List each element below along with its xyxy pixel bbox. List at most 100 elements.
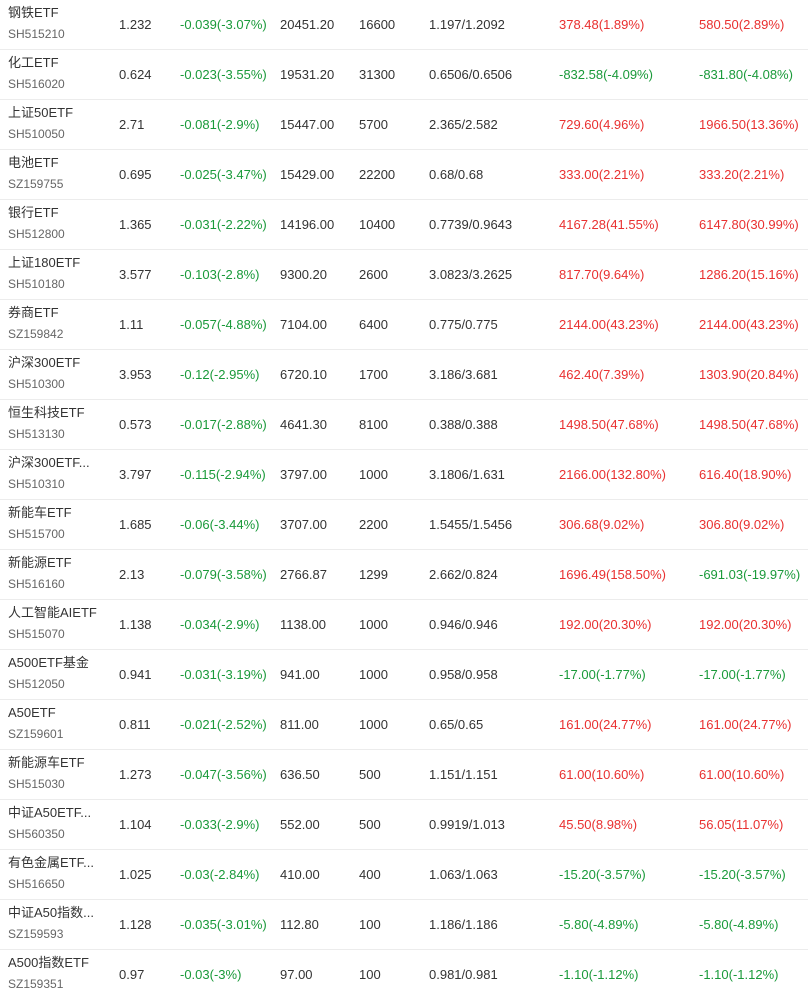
profit-loss-b: -1.10(-1.12%) [699,967,779,982]
table-row[interactable]: 化工ETF SH516020 0.624 -0.023(-3.55%) 19531.20… [0,50,808,100]
profit-loss-b: -5.80(-4.89%) [699,917,779,932]
security-name-cell[interactable]: 中证A50指数... SZ159593 [8,904,108,943]
security-name-cell[interactable]: 恒生科技ETF SH513130 [8,404,108,443]
current-price: 1.104 [119,817,152,832]
security-name-cell[interactable]: 上证180ETF SH510180 [8,254,108,293]
table-row[interactable]: 新能源车ETF SH515030 1.273 -0.047(-3.56%) 636.50… [0,750,808,800]
security-name-cell[interactable]: 中证A50ETF... SH560350 [8,804,108,843]
security-code: SH560350 [8,827,65,841]
holdings-table: 钢铁ETF SH515210 1.232 -0.039(-3.07%) 20451.20… [0,0,808,1000]
security-name: 中证A50指数... [8,905,94,920]
holding-quantity: 16600 [359,17,396,32]
table-row[interactable]: A500指数ETF SZ159351 0.97 -0.03(-3%) 97.00 100 0… [0,950,808,1000]
security-name-cell[interactable]: 上证50ETF SH510050 [8,104,108,143]
holding-quantity: 2200 [359,517,388,532]
profit-loss-a: 1498.50(47.68%) [559,417,659,432]
market-value: 4641.30 [280,417,327,432]
profit-loss-b: 56.05(11.07%) [699,817,784,832]
table-row[interactable]: 上证180ETF SH510180 3.577 -0.103(-2.8%) 9300.2… [0,250,808,300]
security-name: 新能源车ETF [8,755,85,770]
security-name-cell[interactable]: 新能源车ETF SH515030 [8,754,108,793]
security-code: SH515210 [8,27,65,41]
profit-loss-a: 729.60(4.96%) [559,117,645,132]
security-name-cell[interactable]: 沪深300ETF SH510300 [8,354,108,393]
cost-price: 1.5455/1.5456 [429,517,513,532]
security-name-cell[interactable]: A500指数ETF SZ159351 [8,954,108,993]
cost-price: 2.662/0.824 [429,567,498,582]
security-name: 上证180ETF [8,255,81,270]
holding-quantity: 2600 [359,267,388,282]
table-row[interactable]: 电池ETF SZ159755 0.695 -0.025(-3.47%) 15429.00… [0,150,808,200]
table-row[interactable]: 有色金属ETF... SH516650 1.025 -0.03(-2.84%) 410.… [0,850,808,900]
price-change: -0.079(-3.58%) [180,567,267,582]
table-row[interactable]: 恒生科技ETF SH513130 0.573 -0.017(-2.88%) 4641.3… [0,400,808,450]
price-change: -0.017(-2.88%) [180,417,267,432]
security-name-cell[interactable]: A50ETF SZ159601 [8,704,108,743]
table-row[interactable]: A50ETF SZ159601 0.811 -0.021(-2.52%) 811.00 1… [0,700,808,750]
price-change: -0.034(-2.9%) [180,617,260,632]
profit-loss-a: 192.00(20.30%) [559,617,652,632]
profit-loss-b: 6147.80(30.99%) [699,217,799,232]
cost-price: 1.197/1.2092 [429,17,505,32]
current-price: 3.953 [119,367,152,382]
security-code: SH516650 [8,877,65,891]
market-value: 3707.00 [280,517,327,532]
price-change: -0.025(-3.47%) [180,167,267,182]
security-name: A50ETF [8,705,56,720]
table-row[interactable]: A500ETF基金 SH512050 0.941 -0.031(-3.19%) 941.… [0,650,808,700]
profit-loss-a: 2144.00(43.23%) [559,317,659,332]
cost-price: 0.946/0.946 [429,617,498,632]
price-change: -0.103(-2.8%) [180,267,260,282]
holding-quantity: 1000 [359,667,388,682]
security-name-cell[interactable]: 人工智能AIETF SH515070 [8,604,108,643]
holding-quantity: 400 [359,867,381,882]
price-change: -0.06(-3.44%) [180,517,260,532]
table-row[interactable]: 钢铁ETF SH515210 1.232 -0.039(-3.07%) 20451.20… [0,0,808,50]
security-name-cell[interactable]: 电池ETF SZ159755 [8,154,108,193]
security-name-cell[interactable]: 新能源ETF SH516160 [8,554,108,593]
table-row[interactable]: 新能源ETF SH516160 2.13 -0.079(-3.58%) 2766.87 1… [0,550,808,600]
market-value: 97.00 [280,967,313,982]
cost-price: 0.958/0.958 [429,667,498,682]
security-name-cell[interactable]: 有色金属ETF... SH516650 [8,854,108,893]
security-name: 上证50ETF [8,105,74,120]
current-price: 0.97 [119,967,145,982]
price-change: -0.023(-3.55%) [180,67,267,82]
security-name-cell[interactable]: 化工ETF SH516020 [8,54,108,93]
table-row[interactable]: 银行ETF SH512800 1.365 -0.031(-2.22%) 14196.00… [0,200,808,250]
price-change: -0.057(-4.88%) [180,317,267,332]
security-name-cell[interactable]: 钢铁ETF SH515210 [8,4,108,43]
table-row[interactable]: 中证A50ETF... SH560350 1.104 -0.033(-2.9%) 552… [0,800,808,850]
price-change: -0.031(-2.22%) [180,217,267,232]
price-change: -0.12(-2.95%) [180,367,260,382]
price-change: -0.031(-3.19%) [180,667,267,682]
profit-loss-a: -1.10(-1.12%) [559,967,639,982]
price-change: -0.03(-2.84%) [180,867,260,882]
cost-price: 0.6506/0.6506 [429,67,513,82]
cost-price: 0.68/0.68 [429,167,484,182]
profit-loss-a: 306.68(9.02%) [559,517,645,532]
price-change: -0.115(-2.94%) [180,467,266,482]
security-code: SH512050 [8,677,65,691]
table-row[interactable]: 中证A50指数... SZ159593 1.128 -0.035(-3.01%) 112… [0,900,808,950]
security-name-cell[interactable]: 沪深300ETF... SH510310 [8,454,108,493]
current-price: 1.685 [119,517,152,532]
security-name-cell[interactable]: 券商ETF SZ159842 [8,304,108,343]
table-row[interactable]: 人工智能AIETF SH515070 1.138 -0.034(-2.9%) 1138.… [0,600,808,650]
security-name: 化工ETF [8,55,59,70]
table-row[interactable]: 上证50ETF SH510050 2.71 -0.081(-2.9%) 15447.00… [0,100,808,150]
security-name-cell[interactable]: 银行ETF SH512800 [8,204,108,243]
holding-quantity: 1700 [359,367,388,382]
table-row[interactable]: 新能车ETF SH515700 1.685 -0.06(-3.44%) 3707.00 2… [0,500,808,550]
cost-price: 1.186/1.186 [429,917,498,932]
security-name-cell[interactable]: 新能车ETF SH515700 [8,504,108,543]
table-row[interactable]: 沪深300ETF SH510300 3.953 -0.12(-2.95%) 6720.1… [0,350,808,400]
security-name-cell[interactable]: A500ETF基金 SH512050 [8,654,108,693]
security-name: 新能源ETF [8,555,72,570]
profit-loss-b: -831.80(-4.08%) [699,67,793,82]
table-row[interactable]: 券商ETF SZ159842 1.11 -0.057(-4.88%) 7104.00 64… [0,300,808,350]
profit-loss-b: -15.20(-3.57%) [699,867,786,882]
table-row[interactable]: 沪深300ETF... SH510310 3.797 -0.115(-2.94%) 37… [0,450,808,500]
market-value: 410.00 [280,867,320,882]
holding-quantity: 100 [359,967,381,982]
